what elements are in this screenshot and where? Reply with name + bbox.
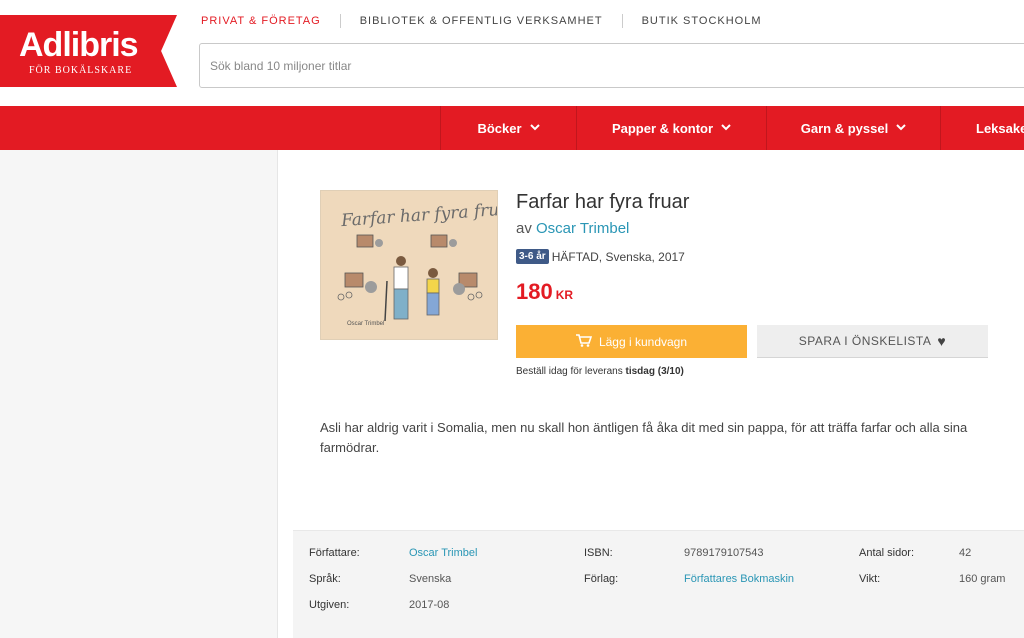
detail-label-weight: Vikt: xyxy=(859,573,881,585)
product-title: Farfar har fyra fruar xyxy=(516,191,690,213)
product-price: 180 KR xyxy=(516,279,573,305)
detail-label-isbn: ISBN: xyxy=(584,547,613,559)
delivery-info: Beställ idag för leverans tisdag (3/10) xyxy=(516,366,684,377)
format-info: HÄFTAD, Svenska, 2017 xyxy=(551,249,685,264)
category-label: Papper & kontor xyxy=(611,120,714,136)
save-to-wishlist-button[interactable]: SPARA I ÖNSKELISTA ♥ xyxy=(757,325,988,358)
logo-wordmark: Adlibris xyxy=(19,26,139,64)
detail-label-language: Språk: xyxy=(309,573,341,585)
price-currency: KR xyxy=(555,288,574,302)
detail-label-author: Författare: xyxy=(309,547,360,559)
adlibris-logo[interactable]: Adlibris FÖR BOKÄLSKARE xyxy=(0,15,177,87)
category-yarn-crafts[interactable]: Garn & pyssel xyxy=(766,106,940,150)
wishlist-label: SPARA I ÖNSKELISTA xyxy=(798,334,932,348)
product-description: Asli har aldrig varit i Somalia, men nu … xyxy=(320,420,968,455)
delivery-date: tisdag (3/10) xyxy=(625,366,684,377)
left-sidebar xyxy=(0,150,278,638)
age-badge: 3-6 år xyxy=(516,249,549,264)
category-toys[interactable]: Leksaker xyxy=(940,106,1024,150)
category-label: Garn & pyssel xyxy=(800,120,889,136)
topnav-store-stockholm[interactable]: BUTIK STOCKHOLM xyxy=(621,14,781,28)
category-label: Leksaker xyxy=(976,120,1024,136)
product-details-table: Författare: Oscar Trimbel Språk: Svenska… xyxy=(293,530,1024,638)
topnav-library-public[interactable]: BIBLIOTEK & OFFENTLIG VERKSAMHET xyxy=(339,14,622,28)
detail-published: 2017-08 xyxy=(409,599,450,611)
chevron-down-icon xyxy=(529,123,540,134)
cart-icon xyxy=(575,333,593,350)
detail-language: Svenska xyxy=(409,573,452,585)
author-link[interactable]: Oscar Trimbel xyxy=(536,220,629,237)
logo-tagline: FÖR BOKÄLSKARE xyxy=(29,65,133,76)
category-paper-office[interactable]: Papper & kontor xyxy=(576,106,766,150)
product-byline: av Oscar Trimbel xyxy=(516,220,629,237)
chevron-down-icon xyxy=(721,123,731,134)
byline-prefix: av xyxy=(516,220,532,237)
topnav-private-business[interactable]: PRIVAT & FÖRETAG xyxy=(201,14,340,28)
detail-publisher-link[interactable]: Författares Bokmaskin xyxy=(684,573,794,585)
price-amount: 180 xyxy=(516,279,553,304)
category-bar: Böcker Papper & kontor Garn & pyssel Lek… xyxy=(0,106,1024,150)
detail-weight: 160 gram xyxy=(959,573,1006,585)
detail-pages: 42 xyxy=(959,547,972,559)
add-to-cart-button[interactable]: Lägg i kundvagn xyxy=(516,325,747,358)
cover-illustration xyxy=(337,234,483,322)
product-meta: 3-6 år HÄFTAD, Svenska, 2017 xyxy=(516,249,685,264)
add-to-cart-label: Lägg i kundvagn xyxy=(598,334,688,349)
detail-label-publisher: Förlag: xyxy=(584,573,619,585)
delivery-prefix: Beställ idag för leverans xyxy=(516,366,623,377)
detail-author-link[interactable]: Oscar Trimbel xyxy=(409,547,477,559)
top-navigation: PRIVAT & FÖRETAG BIBLIOTEK & OFFENTLIG V… xyxy=(201,14,781,28)
chevron-down-icon xyxy=(896,123,906,134)
category-label: Böcker xyxy=(477,120,522,136)
category-books[interactable]: Böcker xyxy=(440,106,576,150)
heart-icon: ♥ xyxy=(937,333,947,349)
cover-author: Oscar Trimbel xyxy=(347,321,385,327)
detail-label-pages: Antal sidor: xyxy=(859,547,915,559)
detail-isbn: 9789179107543 xyxy=(684,547,764,559)
search-input[interactable] xyxy=(199,43,1024,88)
detail-label-published: Utgiven: xyxy=(309,599,350,611)
book-cover-image[interactable]: Farfar har fyra fruar Oscar Trimbel xyxy=(320,190,498,340)
